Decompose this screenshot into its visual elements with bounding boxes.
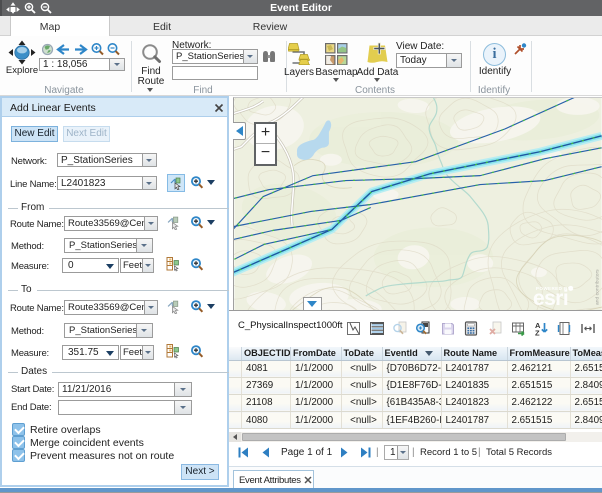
svg-text:esri: esri [533,287,568,310]
svg-text:and contributors: and contributors [595,269,601,305]
svg-text:Z: Z [535,329,540,337]
